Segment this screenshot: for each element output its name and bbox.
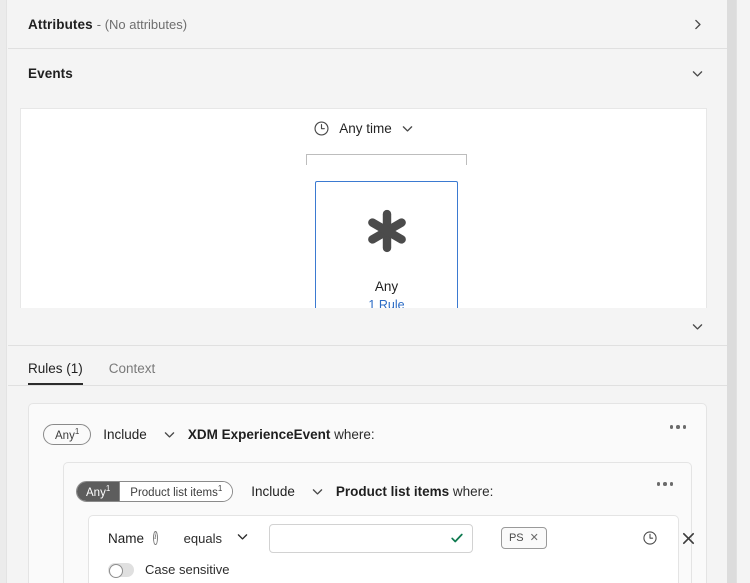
tab-rules-label: Rules (1) bbox=[28, 361, 83, 376]
subrule-scope-pill-any: Any1 bbox=[77, 481, 120, 501]
time-filter-label: Any time bbox=[339, 121, 392, 136]
more-options-icon[interactable] bbox=[656, 482, 673, 486]
rule-entity-name: XDM ExperienceEvent bbox=[187, 426, 331, 442]
condition-value-field[interactable] bbox=[268, 523, 473, 553]
subrule-entity-text: Product list items where: bbox=[336, 484, 494, 499]
clock-icon bbox=[313, 120, 330, 137]
subrule-scope-pill[interactable]: Any1 Product list items1 bbox=[76, 480, 234, 502]
case-sensitive-label: Case sensitive bbox=[145, 562, 230, 577]
event-card-any[interactable]: Any 1 Rule bbox=[315, 181, 458, 318]
chevron-down-icon bbox=[236, 530, 249, 546]
condition-card: Name i equals PS ✕ Case sensitive bbox=[88, 515, 694, 583]
chevron-down-icon[interactable] bbox=[401, 122, 414, 135]
attributes-title: Attributes bbox=[28, 16, 93, 32]
time-filter[interactable]: Any time bbox=[21, 120, 706, 137]
subrule-entity-name: Product list items bbox=[335, 483, 450, 499]
events-canvas-wrapper: Any time Any 1 Rule bbox=[8, 98, 727, 318]
tab-context[interactable]: Context bbox=[109, 361, 156, 385]
events-footer-collapse[interactable] bbox=[8, 308, 727, 346]
condition-row: Name i equals PS ✕ bbox=[99, 516, 694, 560]
chevron-down-icon bbox=[163, 428, 176, 441]
check-icon bbox=[450, 531, 464, 545]
event-card-title: Any bbox=[374, 279, 399, 294]
events-section-header[interactable]: Events bbox=[8, 49, 727, 98]
condition-value-tag[interactable]: PS ✕ bbox=[500, 527, 547, 549]
vertical-scrollbar[interactable] bbox=[736, 0, 750, 583]
clock-icon[interactable] bbox=[642, 530, 658, 546]
rules-tablist: Rules (1) Context bbox=[8, 346, 727, 386]
column-divider bbox=[727, 0, 736, 583]
chevron-down-icon[interactable] bbox=[689, 319, 705, 335]
condition-field-label: Name bbox=[108, 530, 145, 546]
rule-where-label: where: bbox=[334, 426, 375, 442]
rule-group-inner: Any1 Product list items1 Include Product… bbox=[63, 462, 694, 583]
condition-operator-label: equals bbox=[183, 530, 222, 546]
chevron-down-icon[interactable] bbox=[689, 66, 705, 82]
close-icon[interactable]: ✕ bbox=[530, 532, 539, 544]
attributes-subtitle: - (No attributes) bbox=[96, 16, 188, 32]
scrollbar-thumb[interactable] bbox=[738, 0, 748, 330]
subrule-include-dropdown[interactable]: Include bbox=[251, 484, 324, 499]
main-content: Attributes - (No attributes) Events Any … bbox=[8, 0, 727, 583]
include-dropdown-label: Include bbox=[103, 426, 147, 442]
subrule-include-dropdown-label: Include bbox=[251, 483, 295, 499]
include-dropdown[interactable]: Include bbox=[103, 427, 176, 442]
application-root: Attributes - (No attributes) Events Any … bbox=[0, 0, 750, 583]
rule-entity-text: XDM ExperienceEvent where: bbox=[188, 427, 375, 442]
rule-group-outer: Any1 Include XDM ExperienceEvent where: bbox=[28, 403, 707, 583]
events-canvas: Any time Any 1 Rule bbox=[20, 108, 707, 318]
rule-scope-pill-label: Any1 bbox=[55, 427, 80, 442]
subrule-scope-pill-entity: Product list items1 bbox=[119, 481, 233, 501]
asterisk-icon bbox=[364, 208, 410, 278]
tab-rules[interactable]: Rules (1) bbox=[28, 361, 83, 385]
rule-group-inner-header: Any1 Product list items1 Include Product… bbox=[76, 478, 679, 504]
rules-body: Any1 Include XDM ExperienceEvent where: bbox=[8, 386, 727, 583]
attributes-section-header[interactable]: Attributes - (No attributes) bbox=[8, 0, 727, 49]
event-connector-bracket bbox=[306, 154, 467, 165]
events-title: Events bbox=[28, 66, 73, 81]
chevron-right-icon[interactable] bbox=[689, 16, 705, 32]
left-rail bbox=[0, 0, 7, 583]
close-icon[interactable] bbox=[681, 531, 696, 546]
case-sensitive-row: Case sensitive bbox=[99, 562, 668, 578]
subrule-where-label: where: bbox=[452, 483, 494, 499]
chevron-down-icon bbox=[311, 485, 324, 498]
condition-value-tag-label: PS bbox=[508, 532, 524, 544]
condition-value-input[interactable] bbox=[269, 529, 450, 547]
case-sensitive-toggle[interactable] bbox=[108, 562, 134, 578]
rule-scope-pill[interactable]: Any1 bbox=[43, 423, 92, 445]
info-icon[interactable]: i bbox=[153, 531, 158, 545]
condition-operator-dropdown[interactable]: equals bbox=[184, 530, 249, 546]
tab-context-label: Context bbox=[108, 361, 156, 376]
rule-group-outer-header: Any1 Include XDM ExperienceEvent where: bbox=[43, 421, 692, 447]
more-options-icon[interactable] bbox=[669, 425, 686, 429]
